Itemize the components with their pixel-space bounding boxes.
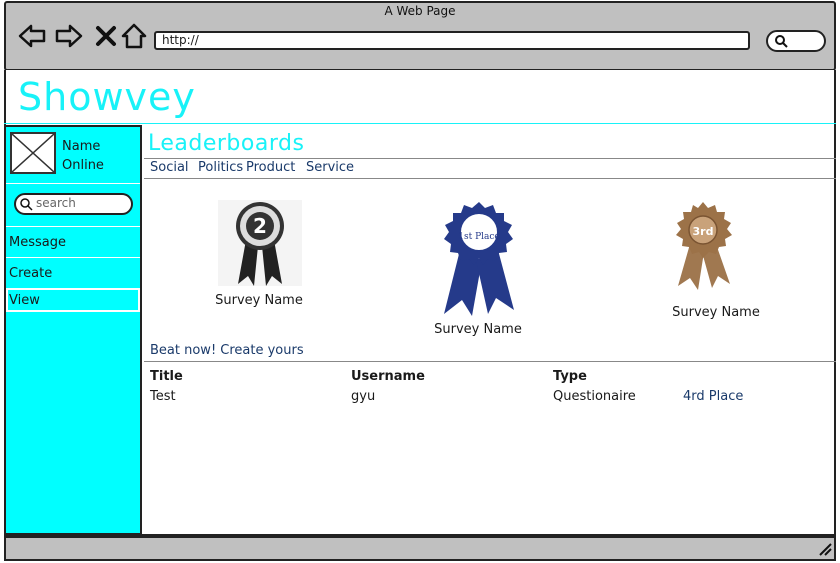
- browser-search-box[interactable]: [766, 30, 826, 52]
- window-title: A Web Page: [384, 4, 456, 18]
- tab-social[interactable]: Social: [150, 160, 189, 175]
- tab-politics[interactable]: Politics: [198, 160, 243, 175]
- table-cell-type: Questionaire: [553, 389, 636, 404]
- sidebar-divider: [6, 183, 140, 184]
- back-arrow-icon[interactable]: [18, 22, 46, 50]
- survey-name-second[interactable]: Survey Name: [189, 293, 329, 308]
- column-header-username: Username: [351, 369, 425, 384]
- survey-name-third[interactable]: Survey Name: [646, 305, 786, 320]
- close-icon[interactable]: [92, 22, 120, 50]
- home-icon[interactable]: [120, 22, 148, 50]
- title-divider: [4, 123, 836, 124]
- sidebar-item-view[interactable]: View: [9, 293, 40, 308]
- first-place-ribbon-icon[interactable]: 1st Place: [440, 200, 518, 318]
- medal-rank-badge: 3rd: [693, 225, 714, 238]
- search-placeholder: search: [36, 196, 76, 210]
- tab-product[interactable]: Product: [246, 160, 295, 175]
- avatar: [10, 132, 56, 174]
- search-icon: [20, 198, 33, 211]
- column-header-title: Title: [150, 369, 183, 384]
- create-survey-link[interactable]: Beat now! Create yours: [150, 343, 304, 358]
- search-icon: [775, 35, 788, 48]
- survey-name-first[interactable]: Survey Name: [408, 322, 548, 337]
- table-cell-username: gyu: [351, 389, 376, 404]
- sidebar-divider: [6, 257, 140, 258]
- user-name: Name: [62, 139, 101, 154]
- image-placeholder-icon: [11, 133, 55, 173]
- column-header-type: Type: [553, 369, 587, 384]
- second-place-medal-icon[interactable]: 2: [218, 200, 302, 286]
- table-top-rule: [144, 361, 836, 362]
- sidebar-item-create[interactable]: Create: [9, 266, 52, 281]
- section-title: Leaderboards: [148, 131, 305, 156]
- forward-arrow-icon[interactable]: [55, 22, 83, 50]
- table-cell-place[interactable]: 4rd Place: [683, 389, 743, 404]
- sidebar-divider: [6, 226, 140, 227]
- app-title: Showvey: [18, 75, 196, 119]
- table-cell-title[interactable]: Test: [150, 389, 176, 404]
- resize-grip-icon[interactable]: [818, 542, 832, 556]
- medal-rank-badge: 2: [253, 214, 267, 238]
- third-place-ribbon-icon[interactable]: 3rd: [668, 200, 738, 292]
- status-bar: [4, 536, 836, 561]
- user-status: Online: [62, 158, 104, 173]
- address-bar[interactable]: http://: [154, 31, 750, 50]
- tab-service[interactable]: Service: [306, 160, 354, 175]
- medal-rank-badge: 1st Place: [458, 232, 500, 242]
- tabs-bottom-rule: [144, 178, 836, 179]
- sidebar: [4, 125, 142, 535]
- tabs-top-rule: [144, 158, 836, 159]
- sidebar-item-message[interactable]: Message: [9, 235, 66, 250]
